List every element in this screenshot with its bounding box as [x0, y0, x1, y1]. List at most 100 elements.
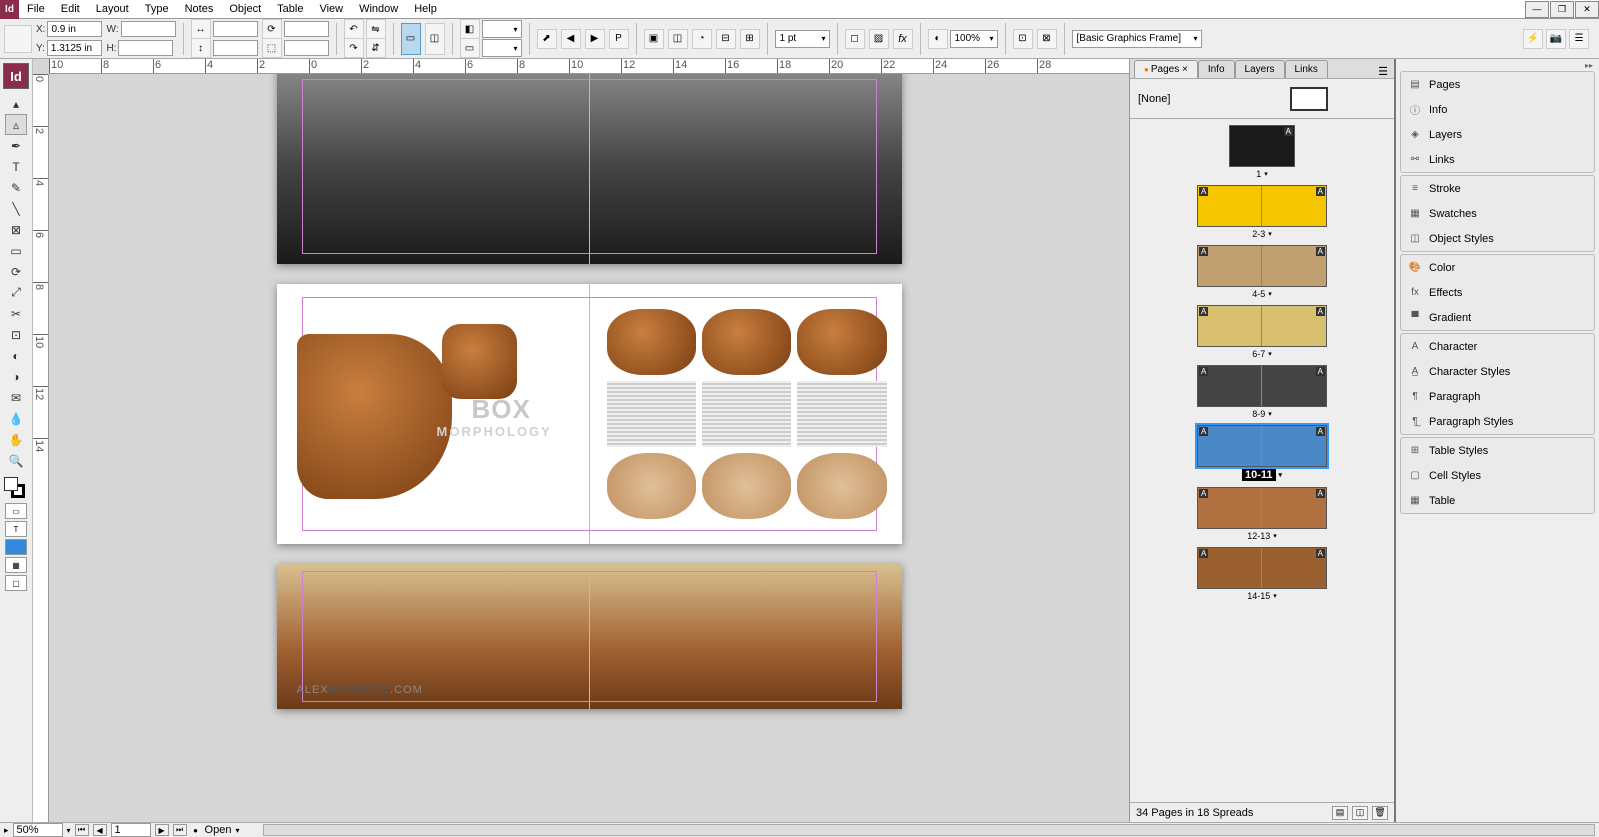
wrap-bbox-icon[interactable]: ◫: [668, 29, 688, 49]
zoom-tool[interactable]: 🔍: [5, 450, 27, 471]
hand-tool[interactable]: ✋: [5, 429, 27, 450]
scale-tool[interactable]: ⤢: [5, 282, 27, 303]
direct-selection-tool[interactable]: ▵: [5, 114, 27, 135]
spread-thumb-4-5[interactable]: AA: [1197, 245, 1327, 287]
close-button[interactable]: ✕: [1575, 1, 1599, 18]
preflight-icon[interactable]: ●: [191, 824, 201, 836]
menu-file[interactable]: File: [19, 1, 53, 17]
panel-tab-info[interactable]: Info: [1198, 60, 1235, 78]
dock-character-styles[interactable]: A̲Character Styles: [1401, 359, 1594, 384]
panel-tab-pages[interactable]: ●Pages ×: [1134, 60, 1198, 78]
select-parent-icon[interactable]: ⬈: [537, 29, 557, 49]
reference-point-icon[interactable]: [4, 25, 32, 53]
format-container-button[interactable]: ▭: [5, 503, 27, 519]
scale-x-field[interactable]: [213, 21, 258, 37]
rectangle-tool[interactable]: ▭: [5, 240, 27, 261]
wrap-shape-icon[interactable]: ◔: [692, 29, 712, 49]
fit-content-icon[interactable]: ⊡: [1013, 29, 1033, 49]
gradient-feather-tool[interactable]: ◑: [5, 366, 27, 387]
container-select-icon[interactable]: ▭: [401, 23, 421, 55]
corner-options-icon[interactable]: ◻: [845, 29, 865, 49]
wrap-jump-icon[interactable]: ⊟: [716, 29, 736, 49]
stroke-icon[interactable]: ▭: [460, 38, 480, 58]
dock-table-styles[interactable]: ⊞Table Styles: [1401, 438, 1594, 463]
x-field[interactable]: [47, 21, 102, 37]
free-transform-tool[interactable]: ⊡: [5, 324, 27, 345]
fill-stroke-swatch[interactable]: [4, 477, 28, 501]
flip-h-icon[interactable]: ⇋: [366, 19, 386, 39]
gradient-tool[interactable]: ◐: [5, 345, 27, 366]
menu-help[interactable]: Help: [406, 1, 445, 17]
canvas[interactable]: BOX MORPHOLOGY ALEXHOGREFE: [49, 74, 1129, 822]
wrap-none-icon[interactable]: ▣: [644, 29, 664, 49]
y-field[interactable]: [47, 40, 102, 56]
spread-10-11[interactable]: BOX MORPHOLOGY: [277, 284, 902, 544]
menu-window[interactable]: Window: [351, 1, 406, 17]
master-none-label[interactable]: [None]: [1138, 93, 1170, 105]
menu-view[interactable]: View: [311, 1, 351, 17]
rectangle-frame-tool[interactable]: ⊠: [5, 219, 27, 240]
pencil-tool[interactable]: ✎: [5, 177, 27, 198]
spread-8-9[interactable]: [277, 74, 902, 264]
stroke-weight-dropdown[interactable]: 1 pt: [775, 30, 830, 48]
dock-character[interactable]: ACharacter: [1401, 334, 1594, 359]
dock-pages[interactable]: ▤Pages: [1401, 72, 1594, 97]
menu-notes[interactable]: Notes: [177, 1, 222, 17]
opacity-icon[interactable]: ◐: [928, 29, 948, 49]
eyedropper-tool[interactable]: 💧: [5, 408, 27, 429]
effects-icon[interactable]: fx: [893, 29, 913, 49]
rotate-ccw-icon[interactable]: ↶: [344, 19, 364, 39]
horizontal-scrollbar[interactable]: [263, 824, 1595, 836]
content-select-icon[interactable]: ◫: [425, 23, 445, 55]
select-next-icon[interactable]: ▶: [585, 29, 605, 49]
dock-gradient[interactable]: ▀Gradient: [1401, 305, 1594, 330]
text-on-path-icon[interactable]: P: [609, 29, 629, 49]
delete-page-icon[interactable]: 🗑: [1372, 806, 1388, 820]
dock-stroke[interactable]: ≡Stroke: [1401, 176, 1594, 201]
opacity-dropdown[interactable]: 100%: [950, 30, 998, 48]
dock-links[interactable]: ⚯Links: [1401, 147, 1594, 172]
format-text-button[interactable]: T: [5, 521, 27, 537]
last-spread-button[interactable]: ⏭: [173, 824, 187, 836]
object-style-dropdown[interactable]: [Basic Graphics Frame]: [1072, 30, 1202, 48]
prev-spread-button[interactable]: ◀: [93, 824, 107, 836]
rotate-tool[interactable]: ⟳: [5, 261, 27, 282]
dock-layers[interactable]: ◈Layers: [1401, 122, 1594, 147]
line-tool[interactable]: ╲: [5, 198, 27, 219]
first-spread-button[interactable]: ⏮: [75, 824, 89, 836]
panel-tab-links[interactable]: Links: [1285, 60, 1328, 78]
dock-color[interactable]: 🎨Color: [1401, 255, 1594, 280]
bridge-icon[interactable]: 📷: [1546, 29, 1566, 49]
scale-y-icon[interactable]: ↕: [191, 38, 211, 58]
scale-x-icon[interactable]: ↔: [191, 19, 211, 39]
spread-thumb-12-13[interactable]: AA: [1197, 487, 1327, 529]
rotate-cw-icon[interactable]: ↷: [344, 38, 364, 58]
pen-tool[interactable]: ✒: [5, 135, 27, 156]
view-mode-preview[interactable]: ▢: [5, 575, 27, 591]
dock-info[interactable]: ⓘInfo: [1401, 97, 1594, 122]
shear-field[interactable]: [284, 40, 329, 56]
pages-list[interactable]: A1 ▾AA2-3 ▾AA4-5 ▾AA6-7 ▾AA8-9 ▾AA10-11 …: [1130, 119, 1394, 802]
spread-thumb-2-3[interactable]: AA: [1197, 185, 1327, 227]
spread-12-13[interactable]: ALEXHOGREFE.COM: [277, 564, 902, 709]
menu-edit[interactable]: Edit: [53, 1, 88, 17]
menu-type[interactable]: Type: [137, 1, 177, 17]
page-field[interactable]: 1: [111, 823, 151, 837]
menu-table[interactable]: Table: [269, 1, 311, 17]
dock-swatches[interactable]: ▦Swatches: [1401, 201, 1594, 226]
spread-thumb-10-11[interactable]: AA: [1197, 425, 1327, 467]
zoom-field[interactable]: 50%: [13, 823, 63, 837]
stroke-color-dropdown[interactable]: [482, 39, 522, 57]
spread-thumb-6-7[interactable]: AA: [1197, 305, 1327, 347]
fill-dropdown[interactable]: [482, 20, 522, 38]
stroke-fill-icon[interactable]: ◧: [460, 19, 480, 39]
dock-paragraph-styles[interactable]: ¶̲Paragraph Styles: [1401, 409, 1594, 434]
dock-table[interactable]: ▦Table: [1401, 488, 1594, 513]
wrap-column-icon[interactable]: ⊞: [740, 29, 760, 49]
rotate-icon[interactable]: ⟳: [262, 19, 282, 39]
quick-apply-icon[interactable]: ⚡: [1523, 29, 1543, 49]
spread-thumb-8-9[interactable]: AA: [1197, 365, 1327, 407]
dock-paragraph[interactable]: ¶Paragraph: [1401, 384, 1594, 409]
dock-collapse-handle[interactable]: ▸▸: [1396, 61, 1599, 69]
rotate-field[interactable]: [284, 21, 329, 37]
